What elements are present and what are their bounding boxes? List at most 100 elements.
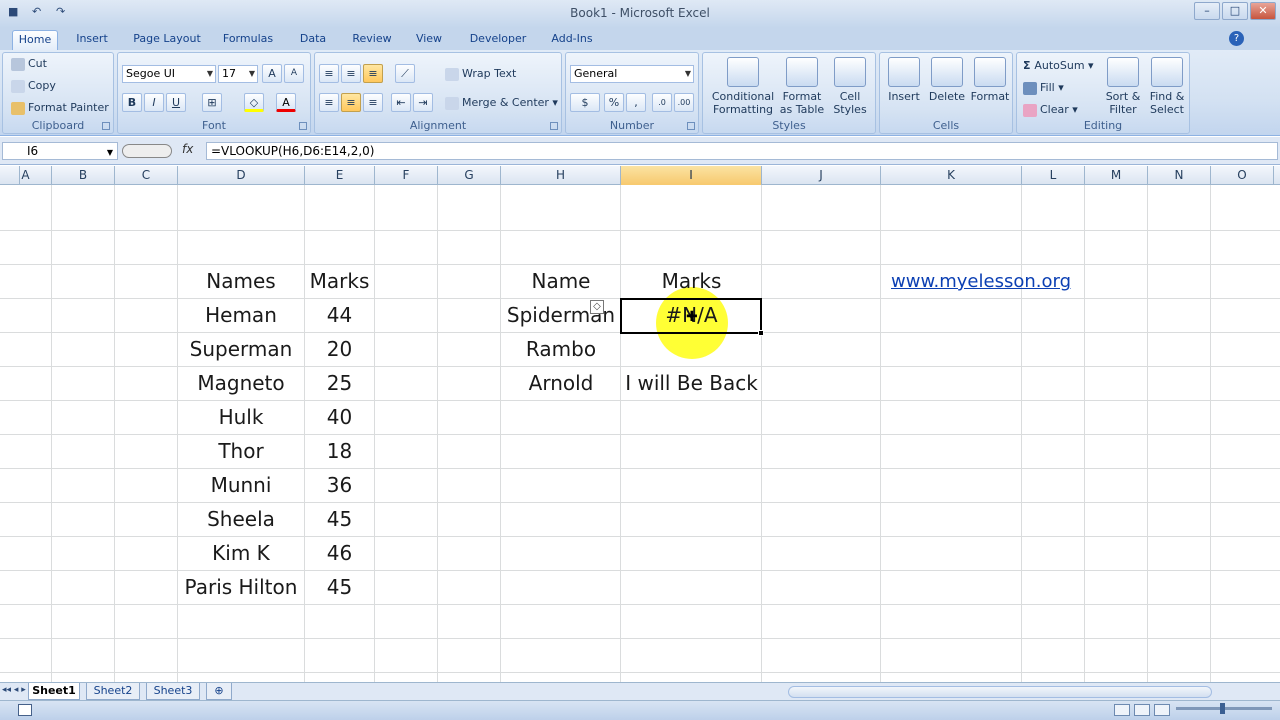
- bold-button[interactable]: B: [122, 93, 142, 112]
- format-cells-button[interactable]: Format: [968, 57, 1012, 103]
- sheet-tab-sheet1[interactable]: Sheet1: [28, 683, 80, 700]
- table2-header-marks[interactable]: Marks: [621, 265, 762, 298]
- error-smart-tag-icon[interactable]: ◇: [590, 300, 604, 314]
- column-header-m[interactable]: M: [1085, 166, 1148, 185]
- column-header-i[interactable]: I: [621, 166, 762, 185]
- underline-button[interactable]: U: [166, 93, 186, 112]
- tab-review[interactable]: Review: [346, 30, 398, 50]
- insert-function-icon[interactable]: fx: [182, 142, 193, 156]
- table1-marks-cell[interactable]: 25: [305, 367, 374, 400]
- column-header-k[interactable]: K: [881, 166, 1022, 185]
- align-center-button[interactable]: ≡: [341, 93, 361, 112]
- copy-button[interactable]: Copy: [11, 79, 56, 93]
- font-color-button[interactable]: A: [276, 93, 296, 112]
- column-header-f[interactable]: F: [375, 166, 438, 185]
- table1-marks-cell[interactable]: 36: [305, 469, 374, 502]
- normal-view-icon[interactable]: [1114, 704, 1130, 716]
- column-header-g[interactable]: G: [438, 166, 501, 185]
- wrap-text-button[interactable]: Wrap Text: [445, 67, 516, 81]
- column-header-l[interactable]: L: [1022, 166, 1085, 185]
- table1-marks-cell[interactable]: 46: [305, 537, 374, 570]
- shrink-font-button[interactable]: A: [284, 64, 304, 83]
- delete-cells-button[interactable]: Delete: [926, 57, 968, 103]
- table1-name-cell[interactable]: Hulk: [178, 401, 304, 434]
- table2-header-name[interactable]: Name: [501, 265, 621, 298]
- column-header-a[interactable]: A: [0, 166, 52, 185]
- format-as-table-button[interactable]: Format as Table: [779, 57, 825, 116]
- name-box[interactable]: I6 ▼: [2, 142, 118, 160]
- tab-view[interactable]: View: [406, 30, 452, 50]
- worksheet-grid[interactable]: A B C D E F G H I J K L M N O Names Mark…: [0, 166, 1280, 682]
- align-right-button[interactable]: ≡: [363, 93, 383, 112]
- tab-insert[interactable]: Insert: [66, 30, 118, 50]
- column-header-h[interactable]: H: [501, 166, 621, 185]
- comma-button[interactable]: ,: [626, 93, 646, 112]
- align-top-button[interactable]: ≡: [319, 64, 339, 83]
- increase-decimal-button[interactable]: .0: [652, 93, 672, 112]
- dialog-launcher-icon[interactable]: [102, 122, 110, 130]
- sort-filter-button[interactable]: Sort & Filter: [1103, 57, 1143, 116]
- column-header-o[interactable]: O: [1211, 166, 1274, 185]
- table1-name-cell[interactable]: Sheela: [178, 503, 304, 536]
- column-header-e[interactable]: E: [305, 166, 375, 185]
- table1-marks-cell[interactable]: 45: [305, 503, 374, 536]
- table1-name-cell[interactable]: Heman: [178, 299, 304, 332]
- page-layout-view-icon[interactable]: [1134, 704, 1150, 716]
- borders-button[interactable]: ⊞: [202, 93, 222, 112]
- percent-button[interactable]: %: [604, 93, 624, 112]
- insert-cells-button[interactable]: Insert: [882, 57, 926, 103]
- table2-marks-cell[interactable]: [621, 333, 762, 366]
- table1-name-cell[interactable]: Thor: [178, 435, 304, 468]
- conditional-formatting-button[interactable]: Conditional Formatting: [707, 57, 779, 116]
- cut-button[interactable]: Cut: [11, 57, 47, 71]
- column-header-c[interactable]: C: [115, 166, 178, 185]
- horizontal-scrollbar[interactable]: [788, 686, 1212, 698]
- table1-marks-cell[interactable]: 40: [305, 401, 374, 434]
- format-painter-button[interactable]: Format Painter: [11, 101, 109, 115]
- formula-toggle[interactable]: [122, 144, 172, 158]
- table1-name-cell[interactable]: Superman: [178, 333, 304, 366]
- page-break-view-icon[interactable]: [1154, 704, 1170, 716]
- table1-name-cell[interactable]: Kim K: [178, 537, 304, 570]
- formula-input[interactable]: =VLOOKUP(H6,D6:E14,2,0): [206, 142, 1278, 160]
- fill-handle[interactable]: [758, 330, 764, 336]
- table2-name-cell[interactable]: Rambo: [501, 333, 621, 366]
- column-header-d[interactable]: D: [178, 166, 305, 185]
- tab-page-layout[interactable]: Page Layout: [126, 30, 208, 50]
- help-icon[interactable]: ?: [1229, 31, 1244, 46]
- table1-header-names[interactable]: Names: [178, 265, 304, 298]
- table1-marks-cell[interactable]: 18: [305, 435, 374, 468]
- fill-color-button[interactable]: ◇: [244, 93, 264, 112]
- website-link[interactable]: www.myelesson.org: [881, 265, 1081, 298]
- column-header-n[interactable]: N: [1148, 166, 1211, 185]
- find-select-button[interactable]: Find & Select: [1145, 57, 1189, 116]
- tab-add-ins[interactable]: Add-Ins: [542, 30, 602, 50]
- table2-name-cell[interactable]: Arnold: [501, 367, 621, 400]
- font-name-select[interactable]: Segoe UI ▼: [122, 65, 216, 83]
- sheet-tab-sheet2[interactable]: Sheet2: [86, 683, 140, 700]
- autosum-button[interactable]: Σ AutoSum ▾: [1023, 59, 1094, 72]
- maximize-button[interactable]: □: [1222, 2, 1248, 20]
- font-size-select[interactable]: 17 ▼: [218, 65, 258, 83]
- align-middle-button[interactable]: ≡: [341, 64, 361, 83]
- grow-font-button[interactable]: A: [262, 64, 282, 83]
- column-header-j[interactable]: J: [762, 166, 881, 185]
- clear-button[interactable]: Clear ▾: [1023, 103, 1078, 117]
- zoom-slider[interactable]: [1176, 703, 1272, 714]
- dialog-launcher-icon[interactable]: [550, 122, 558, 130]
- table1-header-marks[interactable]: Marks: [305, 265, 374, 298]
- tab-data[interactable]: Data: [288, 30, 338, 50]
- table1-marks-cell[interactable]: 45: [305, 571, 374, 604]
- fill-button[interactable]: Fill ▾: [1023, 81, 1064, 95]
- close-button[interactable]: ✕: [1250, 2, 1276, 20]
- orientation-button[interactable]: ⟋: [395, 64, 415, 83]
- table2-marks-cell[interactable]: I will Be Back: [621, 367, 762, 400]
- column-header-b[interactable]: B: [52, 166, 115, 185]
- table1-marks-cell[interactable]: 20: [305, 333, 374, 366]
- italic-button[interactable]: I: [144, 93, 164, 112]
- table1-name-cell[interactable]: Magneto: [178, 367, 304, 400]
- sheet-tab-sheet3[interactable]: Sheet3: [146, 683, 200, 700]
- align-left-button[interactable]: ≡: [319, 93, 339, 112]
- minimize-button[interactable]: –: [1194, 2, 1220, 20]
- table1-marks-cell[interactable]: 44: [305, 299, 374, 332]
